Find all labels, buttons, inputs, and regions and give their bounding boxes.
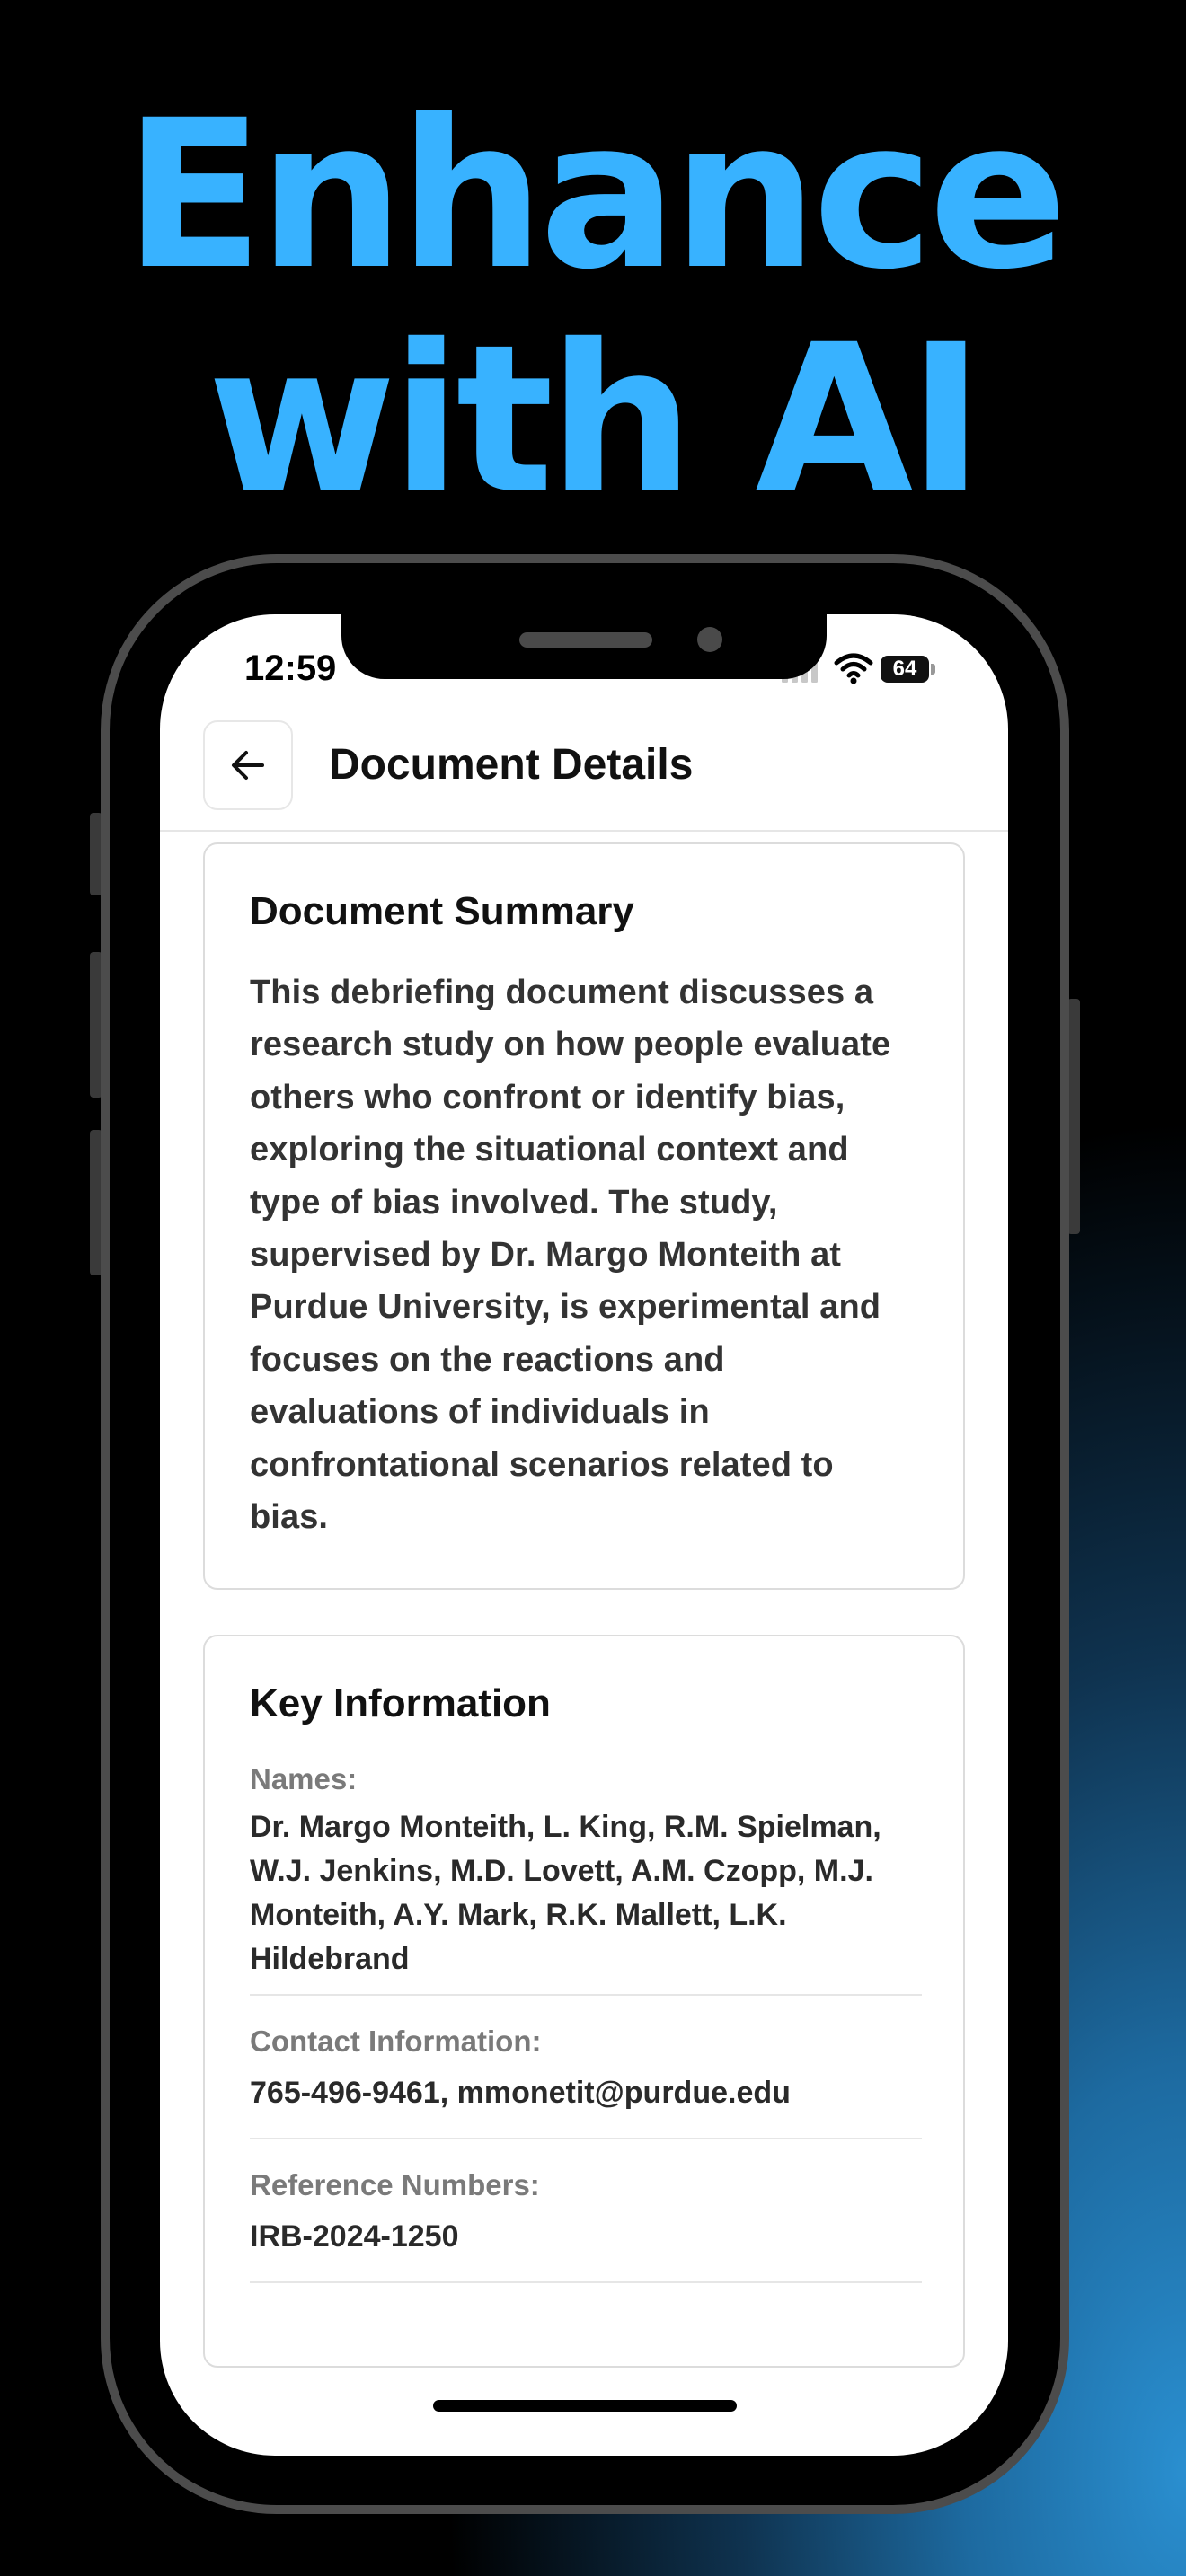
summary-line: Purdue University, is experimental and [250, 1288, 881, 1327]
summary-line: exploring the situational context and [250, 1131, 849, 1169]
names-line: Monteith, A.Y. Mark, R.K. Mallett, L.K. [250, 1898, 787, 1932]
speaker-grille [519, 632, 652, 648]
reference-value: IRB-2024-1250 [250, 2219, 459, 2254]
summary-line: bias. [250, 1498, 329, 1537]
headline: Enhance with AI [0, 83, 1186, 532]
summary-line: supervised by Dr. Margo Monteith at [250, 1236, 842, 1275]
summary-line: evaluations of individuals in [250, 1393, 710, 1432]
reference-label: Reference Numbers: [250, 2168, 540, 2201]
summary-line: research study on how people evaluate [250, 1026, 891, 1064]
arrow-left-icon [232, 751, 264, 780]
names-label: Names: [250, 1762, 358, 1795]
row-divider [250, 1994, 922, 1996]
summary-line: type of bias involved. The study, [250, 1183, 778, 1222]
summary-heading: Document Summary [250, 889, 634, 933]
key-info-heading: Key Information [250, 1681, 551, 1725]
names-line: Dr. Margo Monteith, L. King, R.M. Spielm… [250, 1810, 881, 1844]
front-camera [697, 627, 722, 652]
notch [341, 614, 827, 679]
back-button[interactable] [203, 720, 293, 810]
document-summary-card: Document Summary This debriefing documen… [203, 842, 965, 1590]
summary-line: This debriefing document discusses a [250, 974, 874, 1011]
contact-value: 765-496-9461, mmonetit@purdue.edu [250, 2076, 791, 2110]
phone-screen: 12:59 64 Document Details Document Summa… [160, 614, 1008, 2456]
battery-indicator: 64 [881, 656, 929, 683]
summary-line: confrontational scenarios related to [250, 1445, 834, 1484]
names-value: Dr. Margo Monteith, L. King, R.M. Spielm… [250, 1805, 933, 1981]
headline-line-2: with AI [207, 300, 985, 539]
wifi-icon [834, 653, 873, 684]
names-line: Hildebrand [250, 1942, 410, 1976]
key-information-card: Key Information Names: Dr. Margo Monteit… [203, 1635, 965, 2368]
phone-power-button [1067, 999, 1080, 1234]
nav-divider [160, 830, 1008, 832]
contact-label: Contact Information: [250, 2025, 542, 2058]
home-indicator[interactable] [433, 2400, 737, 2412]
battery-cap [931, 664, 935, 675]
headline-line-1: Enhance [123, 75, 1067, 314]
row-divider [250, 2281, 922, 2283]
status-time: 12:59 [244, 648, 337, 688]
summary-line: others who confront or identify bias, [250, 1078, 845, 1116]
summary-line: focuses on the reactions and [250, 1340, 725, 1379]
row-divider [250, 2138, 922, 2139]
names-line: W.J. Jenkins, M.D. Lovett, A.M. Czopp, M… [250, 1854, 873, 1888]
page-title: Document Details [329, 741, 694, 789]
summary-text: This debriefing document discusses a res… [250, 966, 933, 1543]
